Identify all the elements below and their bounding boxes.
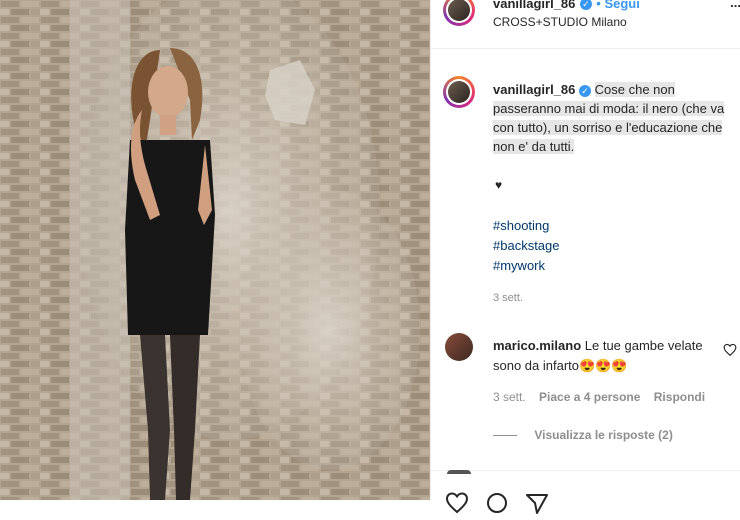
- comment-icon[interactable]: [485, 491, 509, 520]
- share-icon[interactable]: [525, 491, 549, 520]
- hashtag-backstage[interactable]: #backstage: [493, 236, 560, 256]
- comment-username[interactable]: marico.milano: [493, 338, 581, 353]
- action-bar: [431, 470, 740, 514]
- follow-button[interactable]: • Segui: [596, 0, 640, 11]
- hashtag-shooting[interactable]: #shooting: [493, 216, 560, 236]
- comment-block: marico.milano Le tue gambe velate sono d…: [493, 336, 713, 376]
- comment-avatar[interactable]: [445, 333, 473, 361]
- caption-block: vanillagirl_86 ✓ Cose che non passeranno…: [493, 80, 733, 156]
- post-photo[interactable]: [0, 0, 430, 500]
- caption-username[interactable]: vanillagirl_86: [493, 82, 575, 97]
- heart-icon[interactable]: [445, 491, 469, 520]
- caption-heart: ♥: [495, 178, 503, 192]
- verified-icon: ✓: [579, 0, 592, 10]
- comment-emojis: 😍😍😍: [579, 358, 628, 373]
- comment-time[interactable]: 3 sett.: [493, 390, 526, 404]
- author-avatar[interactable]: [443, 0, 475, 26]
- caption-avatar[interactable]: [443, 76, 475, 108]
- caption-time[interactable]: 3 sett.: [493, 292, 523, 304]
- more-options-button[interactable]: ...: [730, 0, 740, 10]
- hashtag-list: #shooting #backstage #mywork: [493, 216, 560, 276]
- author-username[interactable]: vanillagirl_86: [493, 0, 575, 11]
- comment-meta: 3 sett. Piace a 4 persone Rispondi: [493, 390, 705, 404]
- post-location[interactable]: CROSS+STUDIO Milano: [493, 15, 627, 29]
- post-header: vanillagirl_86 ✓ • Segui CROSS+STUDIO Mi…: [431, 0, 740, 49]
- verified-icon: ✓: [579, 84, 592, 97]
- view-replies[interactable]: Visualizza le risposte (2): [493, 428, 673, 442]
- comment-likes[interactable]: Piace a 4 persone: [539, 390, 640, 404]
- replies-divider: [493, 435, 517, 437]
- heart-icon[interactable]: [723, 343, 737, 357]
- reply-button[interactable]: Rispondi: [654, 390, 705, 404]
- next-comment-avatar: [447, 470, 471, 474]
- post-side-panel: vanillagirl_86 ✓ • Segui CROSS+STUDIO Mi…: [430, 0, 740, 514]
- hashtag-mywork[interactable]: #mywork: [493, 256, 560, 276]
- photo-image: [0, 0, 430, 500]
- view-replies-label: Visualizza le risposte (2): [534, 428, 673, 442]
